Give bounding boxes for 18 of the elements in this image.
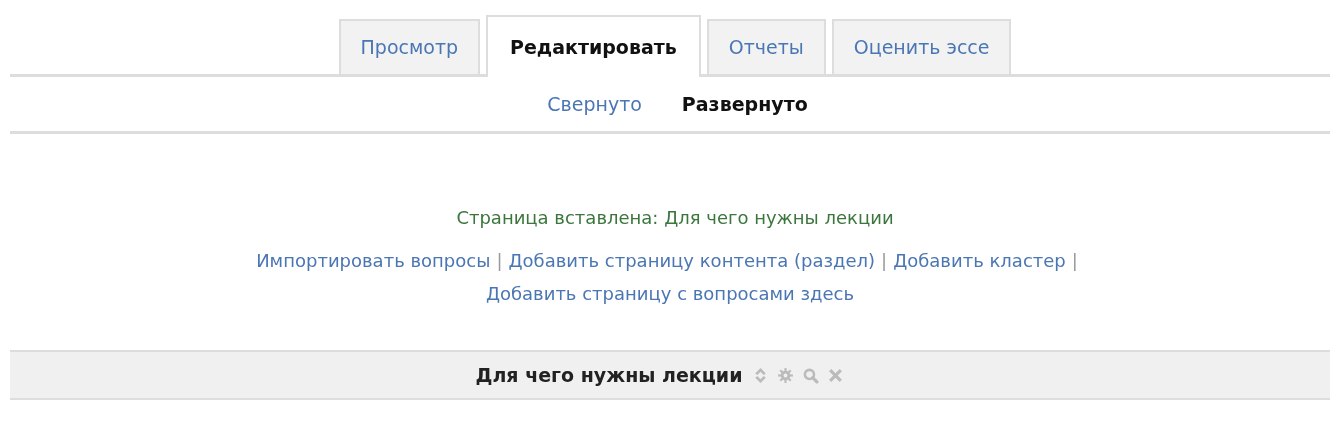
subtab[interactable]: Развернуто (681, 89, 808, 119)
settings-icon[interactable] (777, 366, 795, 384)
separator: | (495, 249, 504, 273)
search-icon[interactable] (802, 366, 820, 384)
page-title: Для чего нужны лекции (475, 362, 743, 388)
close-icon[interactable] (827, 366, 845, 384)
separator: | (880, 249, 889, 273)
subtab[interactable]: Свернуто (547, 89, 642, 119)
action-link[interactable]: Добавить кластер (893, 244, 1066, 277)
tab[interactable]: Оценить эссе (831, 19, 1012, 74)
tab[interactable]: Редактировать (486, 15, 701, 77)
tab[interactable]: Просмотр (338, 19, 481, 74)
tab[interactable]: Отчеты (706, 19, 826, 74)
action-link[interactable]: Импортировать вопросы (256, 244, 491, 277)
separator: | (1070, 249, 1079, 273)
action-link[interactable]: Добавить страницу с вопросами здесь (485, 277, 855, 310)
success-message: Страница вставлена: Для чего нужны лекции (456, 206, 894, 230)
action-link[interactable]: Добавить страницу контента (раздел) (508, 244, 876, 277)
